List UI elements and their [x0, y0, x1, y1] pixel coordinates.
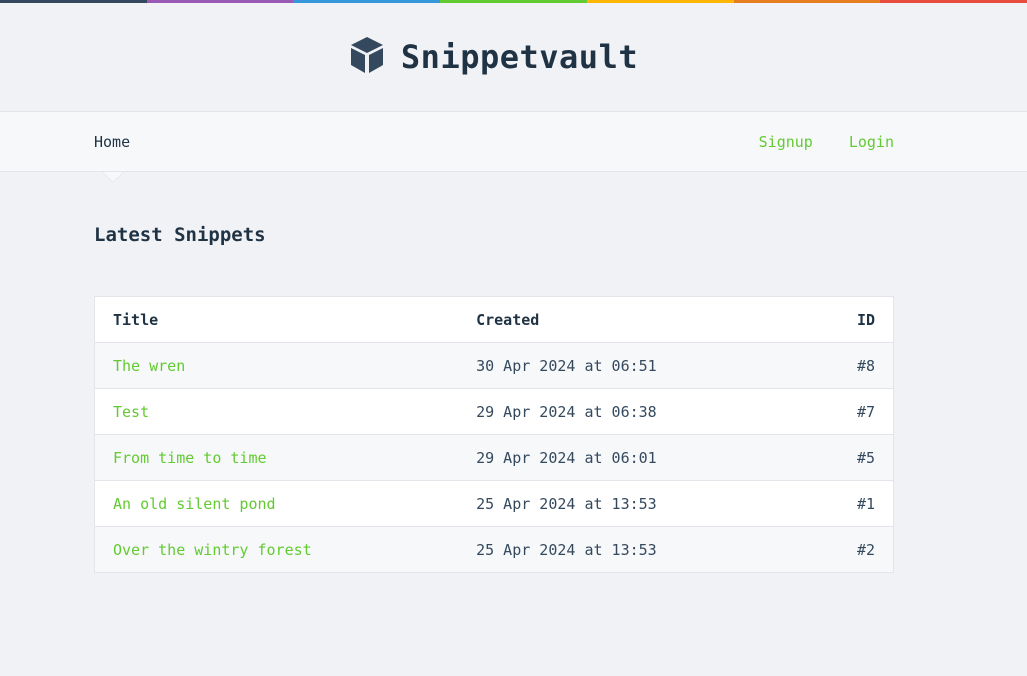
cube-icon	[349, 36, 385, 78]
snippet-title-link[interactable]: An old silent pond	[113, 495, 276, 513]
nav-login-link[interactable]: Login	[849, 133, 894, 151]
snippet-created: 30 Apr 2024 at 06:51	[476, 342, 839, 389]
table-header-row: Title Created ID	[94, 296, 894, 343]
column-header-title: Title	[94, 296, 477, 343]
nav-home-link[interactable]: Home	[94, 133, 130, 151]
snippet-created: 29 Apr 2024 at 06:01	[476, 434, 839, 481]
snippet-id: #5	[838, 434, 894, 481]
site-header: Snippetvault	[0, 3, 1027, 111]
rainbow-segment	[293, 0, 441, 3]
snippet-id: #1	[838, 480, 894, 527]
rainbow-segment	[880, 0, 1027, 3]
snippet-id: #2	[838, 526, 894, 573]
main-nav: Home Signup Login	[0, 111, 1027, 183]
brand-name: Snippetvault	[400, 38, 639, 76]
snippet-id: #7	[838, 388, 894, 435]
rainbow-segment	[733, 0, 881, 3]
column-header-id: ID	[838, 296, 894, 343]
rainbow-segment	[146, 0, 294, 3]
nav-signup-link[interactable]: Signup	[759, 133, 813, 151]
snippet-created: 29 Apr 2024 at 06:38	[476, 388, 839, 435]
table-row: Over the wintry forest 25 Apr 2024 at 13…	[94, 526, 894, 573]
nav-auth-links: Signup Login	[759, 133, 894, 151]
snippet-created: 25 Apr 2024 at 13:53	[476, 480, 839, 527]
table-row: Test 29 Apr 2024 at 06:38 #7	[94, 388, 894, 435]
rainbow-segment	[440, 0, 587, 3]
rainbow-segment	[0, 0, 147, 3]
rainbow-segment	[586, 0, 734, 3]
snippet-title-link[interactable]: The wren	[113, 357, 185, 375]
snippet-created: 25 Apr 2024 at 13:53	[476, 526, 839, 573]
table-row: An old silent pond 25 Apr 2024 at 13:53 …	[94, 480, 894, 527]
table-row: From time to time 29 Apr 2024 at 06:01 #…	[94, 434, 894, 481]
main-content: Latest Snippets Title Created ID The wre…	[0, 224, 1027, 573]
column-header-created: Created	[476, 296, 839, 343]
brand[interactable]: Snippetvault	[349, 36, 638, 78]
rainbow-bar	[0, 0, 1027, 3]
snippets-table: Title Created ID The wren 30 Apr 2024 at…	[94, 296, 894, 573]
snippet-title-link[interactable]: From time to time	[113, 449, 267, 467]
snippet-title-link[interactable]: Over the wintry forest	[113, 541, 312, 559]
nav-active-pointer	[103, 172, 123, 182]
table-row: The wren 30 Apr 2024 at 06:51 #8	[94, 342, 894, 389]
snippet-id: #8	[838, 342, 894, 389]
snippet-title-link[interactable]: Test	[113, 403, 149, 421]
page-title: Latest Snippets	[94, 224, 266, 246]
